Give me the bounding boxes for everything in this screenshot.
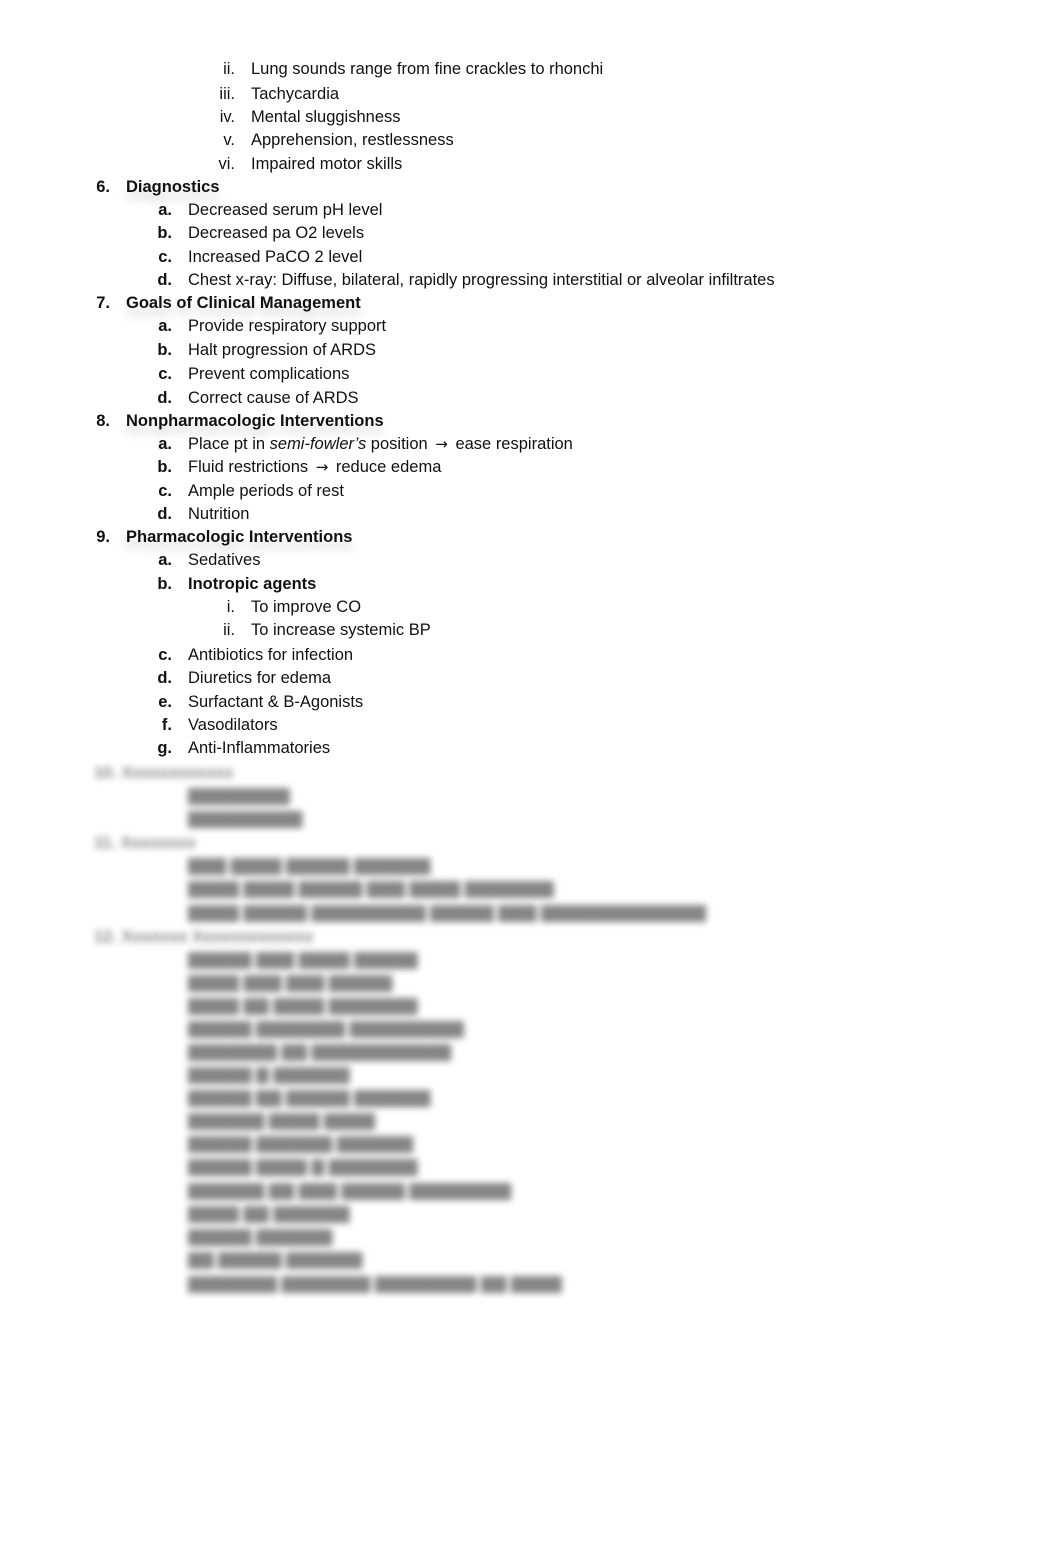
- list-marker: d.: [157, 389, 172, 407]
- list-item-text: Fluid restrictions → reduce edema: [188, 456, 441, 479]
- list-item-text: Lung sounds range from fine crackles to …: [251, 60, 604, 78]
- blurred-text: 10. Xxxxxxxxxxxx: [94, 764, 234, 782]
- list-marker: b.: [157, 458, 172, 476]
- arrow-right-icon: →: [435, 435, 448, 453]
- list-marker: a.: [158, 551, 172, 569]
- list-marker: i.: [226, 598, 235, 616]
- list-item-text: Correct cause of ARDS: [188, 389, 359, 407]
- list-marker: vi.: [218, 155, 236, 173]
- blurred-text: ▇▇▇▇▇ ▇▇▇ ▇▇▇▇ ▇▇▇▇▇: [188, 951, 418, 969]
- section-title: Pharmacologic Interventions: [126, 528, 353, 546]
- section-number: 6.: [96, 178, 110, 196]
- list-item-text: Decreased serum pH level: [188, 201, 383, 219]
- document-page: ii. Lung sounds range from fine crackles…: [0, 0, 1062, 1556]
- list-item-text: Antibiotics for infection: [188, 646, 354, 664]
- list-marker: v.: [223, 131, 235, 149]
- blurred-text: ▇▇▇▇ ▇▇▇ ▇▇▇ ▇▇▇▇▇: [188, 974, 393, 992]
- blurred-text: ▇▇▇▇▇ ▇▇▇▇▇▇: [188, 1228, 333, 1246]
- list-item-text: Tachycardia: [251, 85, 340, 103]
- blurred-text: 12. Xxxxxxx Xxxxxxxxxxxxx: [94, 928, 314, 946]
- blurred-text: ▇▇▇▇▇▇▇ ▇▇▇▇▇▇▇ ▇▇▇▇▇▇▇▇ ▇▇ ▇▇▇▇: [188, 1275, 562, 1293]
- text-run: ease respiration: [455, 435, 573, 453]
- list-marker: iii.: [219, 85, 235, 103]
- list-marker: d.: [157, 271, 172, 289]
- arrow-right-icon: →: [315, 458, 329, 476]
- text-run: reduce edema: [335, 458, 442, 476]
- list-item-text: Chest x-ray: Diffuse, bilateral, rapidly…: [188, 271, 775, 289]
- list-item-text: Mental sluggishness: [251, 108, 401, 126]
- blurred-text: ▇▇▇▇ ▇▇▇▇ ▇▇▇▇▇ ▇▇▇ ▇▇▇▇ ▇▇▇▇▇▇▇: [188, 880, 554, 898]
- blurred-text: ▇▇▇▇▇ ▇▇▇▇ ▇ ▇▇▇▇▇▇▇: [188, 1158, 418, 1176]
- list-item-text: Place pt in semi-fowler’s position → eas…: [188, 433, 573, 456]
- italic-term: semi-fowler’s: [269, 435, 367, 453]
- list-item-text: Inotropic agents: [188, 575, 317, 593]
- blurred-text: 11. Xxxxxxxx: [94, 834, 196, 852]
- blurred-text: ▇▇▇▇▇▇▇▇: [188, 787, 290, 805]
- text-run: Fluid restrictions: [188, 458, 309, 476]
- section-number: 8.: [96, 412, 110, 430]
- list-marker: c.: [158, 646, 172, 664]
- list-marker: f.: [161, 716, 172, 734]
- section-number: 7.: [96, 294, 110, 312]
- blurred-text: ▇▇▇▇ ▇▇ ▇▇▇▇ ▇▇▇▇▇▇▇: [188, 997, 418, 1015]
- list-marker: c.: [158, 482, 172, 500]
- blurred-text: ▇▇▇▇▇ ▇ ▇▇▇▇▇▇: [188, 1066, 350, 1084]
- list-marker: d.: [157, 505, 172, 523]
- list-item-text: Increased PaCO 2 level: [188, 248, 363, 266]
- list-item-text: Prevent complications: [188, 365, 350, 383]
- list-marker: a.: [158, 201, 172, 219]
- list-item-text: Nutrition: [188, 505, 250, 523]
- section-title: Goals of Clinical Management: [126, 294, 361, 312]
- blurred-text: ▇▇▇▇▇ ▇▇▇▇▇▇▇ ▇▇▇▇▇▇▇▇▇: [188, 1020, 464, 1038]
- list-item-text: Halt progression of ARDS: [188, 341, 377, 359]
- blurred-text: ▇▇▇▇▇▇▇ ▇▇ ▇▇▇▇▇▇▇▇▇▇▇: [188, 1043, 451, 1061]
- list-marker: b.: [157, 224, 172, 242]
- blurred-text: ▇▇▇▇▇▇▇▇▇: [188, 810, 303, 828]
- list-item-text: Anti-Inflammatories: [188, 739, 331, 757]
- list-marker: ii.: [223, 60, 235, 78]
- list-item-text: Impaired motor skills: [251, 155, 403, 173]
- list-marker: iv.: [219, 108, 235, 126]
- list-marker: a.: [158, 435, 172, 453]
- section-title: Diagnostics: [126, 178, 220, 196]
- list-marker: e.: [158, 693, 172, 711]
- list-item-text: Sedatives: [188, 551, 261, 569]
- list-item-text: Surfactant & B-Agonists: [188, 693, 364, 711]
- blurred-text: ▇▇▇ ▇▇▇▇ ▇▇▇▇▇ ▇▇▇▇▇▇: [188, 857, 431, 875]
- blurred-text: ▇▇ ▇▇▇▇▇ ▇▇▇▇▇▇: [188, 1251, 363, 1269]
- list-item-text: Vasodilators: [188, 716, 278, 734]
- list-item-text: Ample periods of rest: [188, 482, 344, 500]
- list-item-text: To increase systemic BP: [251, 621, 431, 639]
- list-marker: d.: [157, 669, 172, 687]
- list-marker: a.: [158, 317, 172, 335]
- blurred-text: ▇▇▇▇ ▇▇▇▇▇ ▇▇▇▇▇▇▇▇▇ ▇▇▇▇▇ ▇▇▇ ▇▇▇▇▇▇▇▇▇…: [188, 904, 706, 922]
- blurred-text: ▇▇▇▇▇ ▇▇▇▇▇▇ ▇▇▇▇▇▇: [188, 1135, 413, 1153]
- blurred-content-preview: 10. Xxxxxxxxxxxx ▇▇▇▇▇▇▇▇ ▇▇▇▇▇▇▇▇▇ 11. …: [0, 760, 1062, 1320]
- blurred-text: ▇▇▇▇ ▇▇ ▇▇▇▇▇▇: [188, 1205, 350, 1223]
- list-item-text: Diuretics for edema: [188, 669, 332, 687]
- list-marker: c.: [158, 248, 172, 266]
- list-item-text: Apprehension, restlessness: [251, 131, 454, 149]
- blurred-text: ▇▇▇▇▇▇ ▇▇ ▇▇▇ ▇▇▇▇▇ ▇▇▇▇▇▇▇▇: [188, 1182, 511, 1200]
- list-marker: c.: [158, 365, 172, 383]
- list-marker: g.: [157, 739, 172, 757]
- text-run: position: [366, 435, 428, 453]
- section-title: Nonpharmacologic Interventions: [126, 412, 384, 430]
- list-marker: b.: [157, 575, 172, 593]
- list-marker: ii.: [223, 621, 235, 639]
- list-item-text: To improve CO: [251, 598, 362, 616]
- list-item-text: Decreased pa O2 levels: [188, 224, 365, 242]
- section-number: 9.: [96, 528, 110, 546]
- blurred-text: ▇▇▇▇▇▇ ▇▇▇▇ ▇▇▇▇: [188, 1112, 375, 1130]
- list-item-text: Provide respiratory support: [188, 317, 387, 335]
- text-run: Place pt in: [188, 435, 270, 453]
- blurred-text: ▇▇▇▇▇ ▇▇ ▇▇▇▇▇ ▇▇▇▇▇▇: [188, 1089, 431, 1107]
- list-marker: b.: [157, 341, 172, 359]
